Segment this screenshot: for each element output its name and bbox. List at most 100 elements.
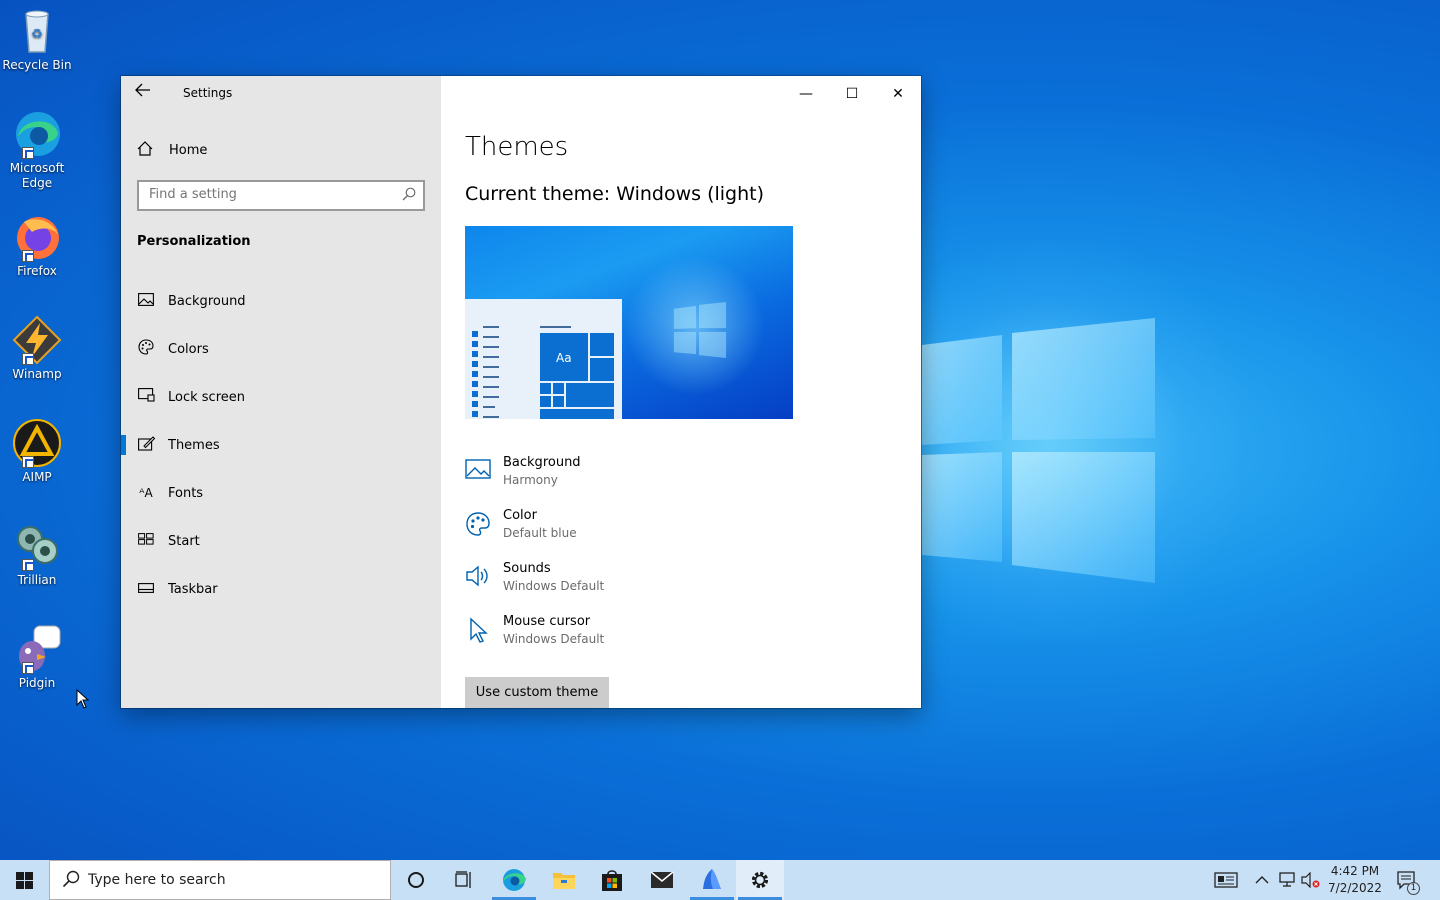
tray-show-hidden-button[interactable] [1255, 860, 1269, 900]
settings-sidebar: Settings Home Personalization Background [121, 76, 441, 708]
clock-time: 4:42 PM [1330, 864, 1380, 878]
current-theme-label: Current theme: Windows (light) [465, 183, 765, 205]
use-custom-theme-button[interactable]: Use custom theme [465, 677, 609, 708]
tray-network-button[interactable] [1278, 860, 1296, 900]
taskbar-icon [137, 582, 155, 597]
theme-option-title: Color [503, 508, 537, 523]
preview-start-panel: Aa [465, 299, 622, 419]
app-sail-icon [703, 869, 721, 889]
start-button[interactable] [0, 860, 48, 900]
maximize-button[interactable]: ☐ [829, 80, 875, 108]
settings-search-box[interactable] [137, 180, 425, 211]
themes-icon [137, 435, 155, 455]
lock-screen-icon [137, 388, 155, 406]
sidebar-section-heading: Personalization [137, 234, 251, 249]
theme-option-sounds[interactable]: Sounds Windows Default [465, 560, 604, 595]
settings-search-input[interactable] [149, 187, 389, 202]
desktop-icon-winamp[interactable]: Winamp [2, 315, 72, 382]
back-arrow-icon [135, 83, 150, 97]
taskbar-clock[interactable]: 4:42 PM 7/2/2022 [1325, 863, 1385, 897]
sidebar-item-label: Background [168, 293, 246, 309]
chevron-up-icon [1255, 876, 1269, 884]
theme-option-value: Windows Default [503, 579, 605, 593]
maximize-icon: ☐ [845, 86, 859, 102]
taskbar: Type here to search 4:42 PM 7/2/2022 1 [0, 860, 1440, 900]
close-icon: ✕ [892, 86, 904, 102]
desktop-icon-label: Firefox [17, 264, 57, 278]
shortcut-arrow-icon [22, 456, 34, 468]
pidgin-icon [12, 624, 62, 674]
theme-option-background[interactable]: Background Harmony [465, 454, 581, 489]
desktop-icon-recycle-bin[interactable]: ♻ Recycle Bin [2, 6, 72, 73]
shortcut-arrow-icon [22, 250, 34, 262]
minimize-button[interactable]: — [783, 80, 829, 108]
sidebar-item-lock-screen[interactable]: Lock screen [121, 377, 441, 417]
sidebar-item-taskbar[interactable]: Taskbar [121, 569, 441, 609]
mouse-pointer-icon [76, 689, 90, 709]
clock-date: 7/2/2022 [1328, 881, 1382, 895]
sidebar-item-fonts[interactable]: ᴬA Fonts [121, 473, 441, 513]
cursor-icon [465, 617, 493, 645]
action-center-button[interactable]: 1 [1396, 860, 1420, 900]
taskbar-file-explorer[interactable] [540, 860, 588, 900]
edge-icon [503, 869, 526, 891]
theme-option-color[interactable]: Color Default blue [465, 507, 577, 542]
desktop-icon-edge[interactable]: Microsoft Edge [2, 109, 72, 191]
taskbar-search-box[interactable]: Type here to search [49, 860, 391, 900]
store-icon [602, 870, 622, 891]
sidebar-item-start[interactable]: Start [121, 521, 441, 561]
aimp-icon [12, 418, 62, 468]
tray-news-button[interactable] [1214, 860, 1238, 900]
cortana-button[interactable] [392, 860, 440, 900]
theme-option-value: Harmony [503, 473, 558, 487]
desktop-icon-aimp[interactable]: AIMP [2, 418, 72, 485]
sidebar-item-themes[interactable]: Themes [121, 425, 441, 465]
back-button[interactable] [135, 83, 155, 101]
close-button[interactable]: ✕ [875, 80, 921, 108]
shortcut-arrow-icon [22, 662, 34, 674]
taskbar-settings[interactable] [736, 860, 784, 900]
preview-tile-text: Aa [556, 351, 572, 365]
notification-count-badge: 1 [1407, 882, 1420, 895]
sidebar-item-colors[interactable]: Colors [121, 329, 441, 369]
desktop-icon-label: Pidgin [18, 676, 56, 690]
windows-start-icon [16, 872, 33, 889]
start-icon [137, 533, 155, 549]
desktop-icon-label: Recycle Bin [2, 58, 72, 72]
shortcut-arrow-icon [22, 147, 34, 159]
sidebar-item-label: Fonts [168, 485, 204, 501]
tray-volume-button[interactable] [1301, 860, 1321, 900]
sidebar-home-label: Home [169, 142, 208, 158]
taskbar-store[interactable] [588, 860, 636, 900]
volume-muted-icon [1301, 872, 1320, 888]
sidebar-home[interactable]: Home [137, 140, 207, 160]
speaker-icon [465, 564, 493, 592]
taskbar-app-blue[interactable] [688, 860, 736, 900]
desktop-icon-firefox[interactable]: Firefox [2, 212, 72, 279]
sidebar-item-label: Themes [168, 437, 220, 453]
settings-window: Settings Home Personalization Background [121, 76, 921, 708]
taskbar-mail[interactable] [638, 860, 686, 900]
sidebar-item-background[interactable]: Background [121, 281, 441, 321]
sidebar-item-label: Lock screen [168, 389, 245, 405]
desktop-icon-trillian[interactable]: Trillian [2, 521, 72, 588]
taskbar-edge[interactable] [490, 860, 538, 900]
svg-text:♻: ♻ [31, 27, 43, 42]
task-view-button[interactable] [440, 860, 488, 900]
edge-icon [12, 109, 62, 159]
image-icon [137, 292, 155, 310]
desktop-icon-pidgin[interactable]: Pidgin [2, 624, 72, 691]
desktop-icon-label: Trillian [17, 573, 57, 587]
gear-icon [751, 871, 769, 889]
desktop-icon-label: Winamp [12, 367, 62, 381]
theme-option-mouse-cursor[interactable]: Mouse cursor Windows Default [465, 613, 604, 648]
trillian-icon [12, 521, 62, 571]
minimize-icon: — [799, 86, 813, 102]
theme-option-value: Default blue [503, 526, 577, 540]
theme-option-title: Background [503, 455, 581, 470]
desktop-icon-label: Microsoft Edge [9, 161, 65, 190]
home-icon [137, 140, 155, 160]
fonts-icon: ᴬA [139, 486, 153, 500]
sidebar-item-label: Colors [168, 341, 209, 357]
palette-icon [465, 511, 493, 539]
